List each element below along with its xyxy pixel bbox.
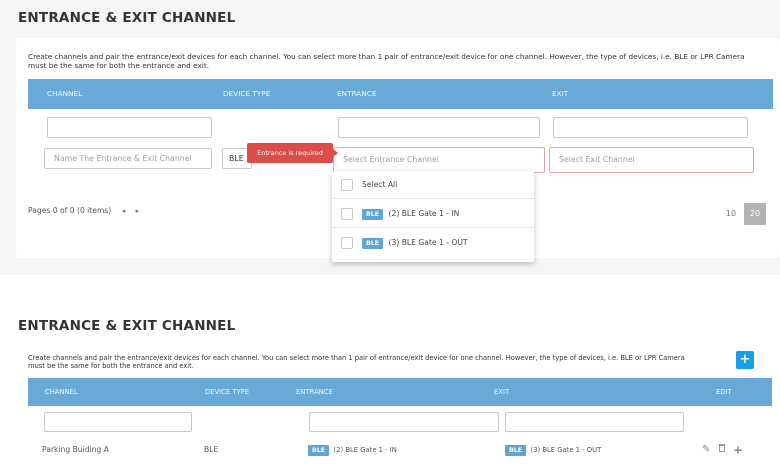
- page-size-option-selected[interactable]: 20: [744, 203, 766, 225]
- option-label: (2) BLE Gate 1 - IN: [388, 209, 460, 218]
- device-type-cell: BLE: [204, 445, 219, 454]
- exit-cell: BLE (3) BLE Gate 1 - OUT: [505, 438, 601, 462]
- chevron-right-icon[interactable]: ▸: [136, 207, 140, 215]
- column-header-entrance[interactable]: ENTRANCE: [296, 378, 333, 406]
- trash-icon-svg: [718, 444, 726, 452]
- entrance-dropdown: Select All BLE (2) BLE Gate 1 - IN BLE (…: [332, 171, 534, 262]
- ble-badge: BLE: [362, 208, 384, 220]
- description: Create channels and pair the entrance/ex…: [28, 354, 685, 370]
- exit-value: (3) BLE Gate 1 - OUT: [530, 446, 602, 454]
- plus-icon[interactable]: +: [733, 438, 743, 462]
- description-line: must be the same for both the entrance a…: [28, 61, 210, 70]
- channel-cell: Parking Buiding A: [42, 445, 109, 454]
- dropdown-option[interactable]: BLE (2) BLE Gate 1 - IN: [332, 200, 534, 228]
- description-line: must be the same for both the entrance a…: [28, 362, 194, 370]
- checkbox[interactable]: [341, 237, 353, 249]
- entrance-filter-input[interactable]: [309, 412, 499, 432]
- pager: Pages 0 of 0 (0 items) ◂ ▸: [28, 206, 139, 215]
- entrance-filter-input[interactable]: [338, 117, 540, 138]
- description-line: Create channels and pair the entrance/ex…: [28, 354, 685, 362]
- pager-summary: Pages 0 of 0 (0 items): [28, 206, 112, 215]
- trash-icon[interactable]: [718, 438, 726, 462]
- channel-filter-input[interactable]: [47, 117, 212, 138]
- exit-select[interactable]: Select Exit Channel: [549, 147, 754, 173]
- channel-name-input[interactable]: Name The Entrance & Exit Channel: [44, 148, 212, 169]
- option-content: BLE (2) BLE Gate 1 - IN: [362, 200, 459, 228]
- entrance-value: (2) BLE Gate 1 - IN: [333, 446, 397, 454]
- chevron-left-icon[interactable]: ◂: [122, 207, 126, 215]
- column-header-device-type[interactable]: DEVICE TYPE: [205, 378, 249, 406]
- table-row: Parking Buiding A BLE BLE (2) BLE Gate 1…: [28, 438, 772, 462]
- page-size-option[interactable]: 10: [720, 203, 742, 225]
- column-header-device-type[interactable]: DEVICE TYPE: [223, 79, 270, 109]
- description-line: Create channels and pair the entrance/ex…: [28, 52, 745, 61]
- column-header-entrance[interactable]: ENTRANCE: [337, 79, 376, 109]
- page-title: ENTRANCE & EXIT CHANNEL: [18, 318, 236, 334]
- column-header-exit[interactable]: EXIT: [494, 378, 509, 406]
- checkbox[interactable]: [341, 179, 353, 191]
- column-header-channel[interactable]: CHANNEL: [47, 79, 82, 109]
- error-tooltip: Entrance is required: [247, 143, 338, 163]
- add-channel-button[interactable]: +: [736, 351, 754, 369]
- checkbox[interactable]: [341, 208, 353, 220]
- select-all-label: Select All: [362, 180, 398, 189]
- dropdown-option[interactable]: BLE (3) BLE Gate 1 - OUT: [332, 229, 534, 257]
- option-content: BLE (3) BLE Gate 1 - OUT: [362, 229, 468, 257]
- dropdown-select-all[interactable]: Select All: [332, 171, 534, 199]
- entrance-cell: BLE (2) BLE Gate 1 - IN: [308, 438, 397, 462]
- ble-badge: BLE: [362, 237, 384, 249]
- exit-filter-input[interactable]: [505, 412, 684, 432]
- pencil-icon[interactable]: ✎: [702, 438, 710, 462]
- channel-filter-input[interactable]: [44, 412, 192, 432]
- ble-badge: BLE: [308, 444, 330, 456]
- option-label: (3) BLE Gate 1 - OUT: [388, 238, 468, 247]
- table-header: CHANNEL DEVICE TYPE ENTRANCE EXIT EDIT: [28, 378, 772, 406]
- table-header: CHANNEL DEVICE TYPE ENTRANCE EXIT: [28, 79, 773, 109]
- description: Create channels and pair the entrance/ex…: [28, 52, 745, 70]
- exit-filter-input[interactable]: [553, 117, 748, 138]
- column-header-exit[interactable]: EXIT: [552, 79, 568, 109]
- column-header-channel[interactable]: CHANNEL: [45, 378, 78, 406]
- page-title: ENTRANCE & EXIT CHANNEL: [18, 10, 236, 26]
- entrance-select[interactable]: Select Entrance Channel: [333, 147, 545, 173]
- column-header-edit: EDIT: [716, 388, 732, 396]
- ble-badge: BLE: [505, 444, 527, 456]
